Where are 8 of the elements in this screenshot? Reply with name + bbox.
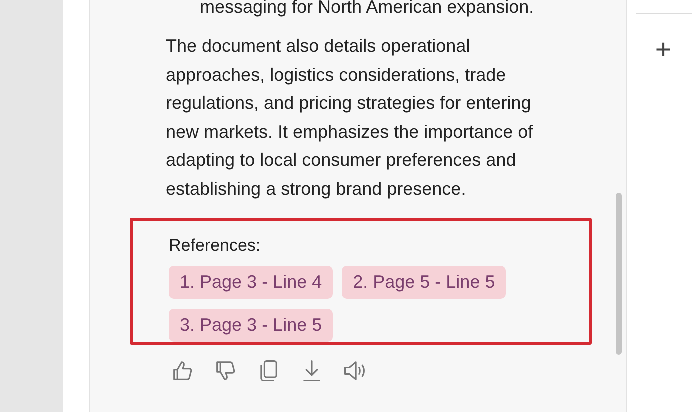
reference-chip[interactable]: 3. Page 3 - Line 5: [169, 309, 334, 342]
message-paragraph: The document also details operational approaches, logistics considerations, trade regulations, and pricing strategies for entering new markets. It emphasizes the importance of adapting to local consumer preferences and establishing a strong brand presence.: [166, 35, 534, 201]
references-label: References:: [169, 235, 261, 257]
reference-chip[interactable]: 2. Page 5 - Line 5: [342, 266, 506, 299]
add-button[interactable]: +: [655, 36, 672, 64]
scrollbar-thumb[interactable]: [616, 193, 622, 355]
reference-chip[interactable]: 1. Page 3 - Line 4: [169, 266, 334, 299]
list-item-text: messaging for North American expansion.: [200, 0, 534, 18]
